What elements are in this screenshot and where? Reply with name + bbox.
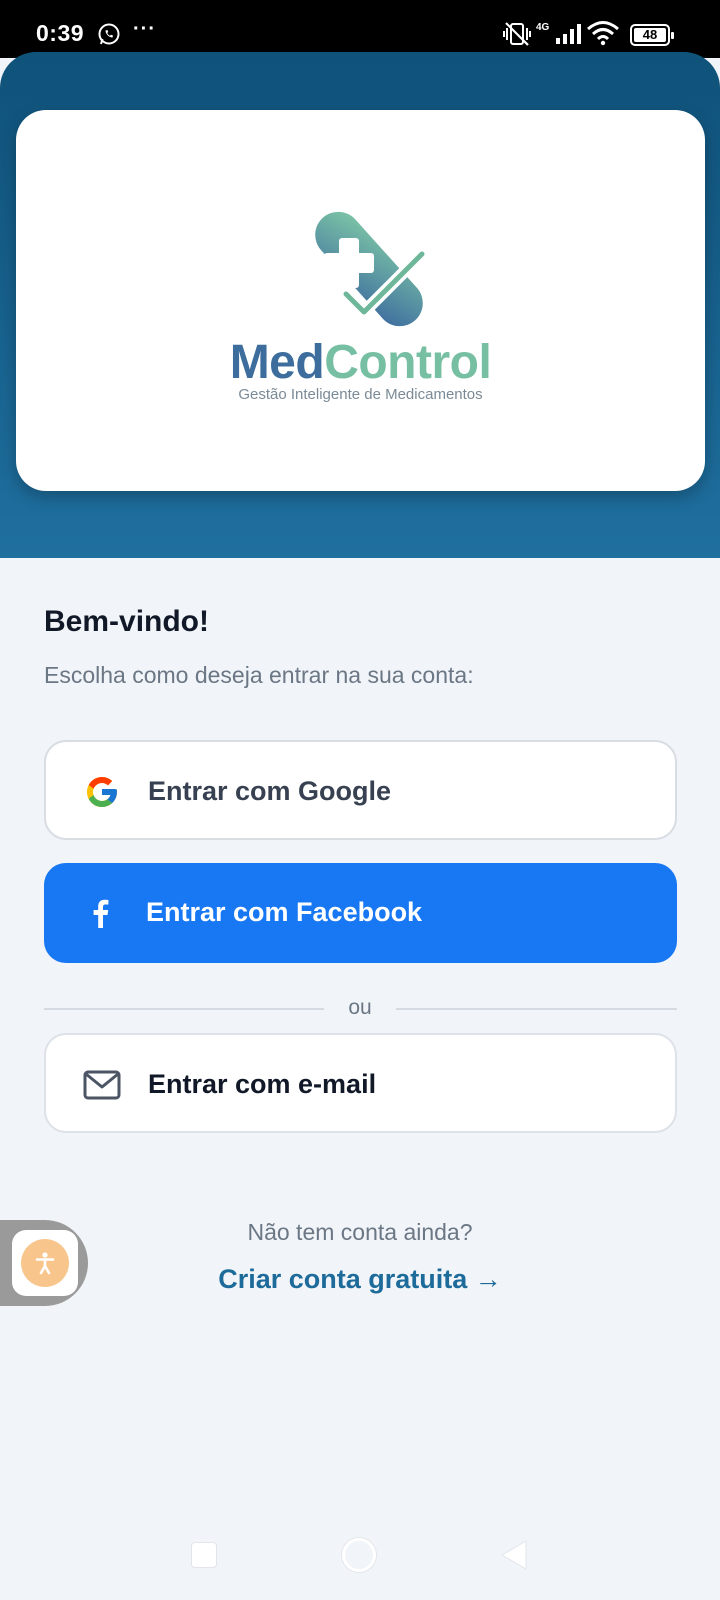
no-account-text: Não tem conta ainda? (247, 1219, 473, 1245)
mail-icon (82, 1065, 122, 1105)
email-login-button[interactable]: Entrar com e-mail (44, 1033, 677, 1133)
divider-or: ou (348, 996, 372, 1019)
google-icon (82, 772, 122, 812)
back-button[interactable] (500, 1539, 528, 1571)
medcontrol-logo-icon (315, 211, 428, 327)
battery-icon: 48 (630, 24, 674, 46)
brand-name: MedControl (16, 335, 705, 390)
google-login-button[interactable]: Entrar com Google (44, 740, 677, 840)
network-type: 4G (536, 22, 550, 33)
login-screen: 0:39 ··· 4G 48 MedControl Gestão Intelig… (0, 0, 720, 1600)
facebook-icon (80, 893, 120, 933)
divider-line-left (44, 1008, 324, 1010)
whatsapp-icon (97, 22, 121, 51)
brand-name-control: Control (324, 336, 492, 389)
accessibility-button[interactable] (21, 1239, 69, 1287)
accessibility-icon (35, 1252, 55, 1275)
more-notifications-icon: ··· (133, 18, 156, 40)
vibrate-off-icon (502, 21, 532, 52)
facebook-login-button[interactable]: Entrar com Facebook (44, 863, 677, 963)
create-account-link[interactable]: Criar conta gratuita → (0, 1264, 720, 1295)
divider-line-right (396, 1008, 677, 1010)
email-login-label: Entrar com e-mail (148, 1069, 377, 1099)
welcome-subtitle: Escolha como deseja entrar na sua conta: (44, 662, 474, 688)
status-bar: 0:39 ··· 4G 48 (0, 0, 720, 58)
home-button[interactable] (342, 1538, 376, 1572)
battery-level: 48 (634, 28, 666, 42)
logo-card: MedControl Gestão Inteligente de Medicam… (16, 110, 705, 491)
accessibility-widget-inner (12, 1230, 78, 1296)
wifi-icon (586, 20, 620, 51)
google-login-label: Entrar com Google (148, 776, 392, 806)
facebook-login-label: Entrar com Facebook (146, 897, 423, 927)
brand-name-med: Med (229, 336, 325, 389)
accessibility-widget (0, 1220, 88, 1306)
welcome-title: Bem-vindo! (44, 605, 209, 638)
brand-tagline: Gestão Inteligente de Medicamentos (238, 386, 483, 403)
signal-icon (554, 22, 582, 51)
recent-apps-button[interactable] (191, 1542, 217, 1568)
status-time: 0:39 (36, 20, 85, 46)
